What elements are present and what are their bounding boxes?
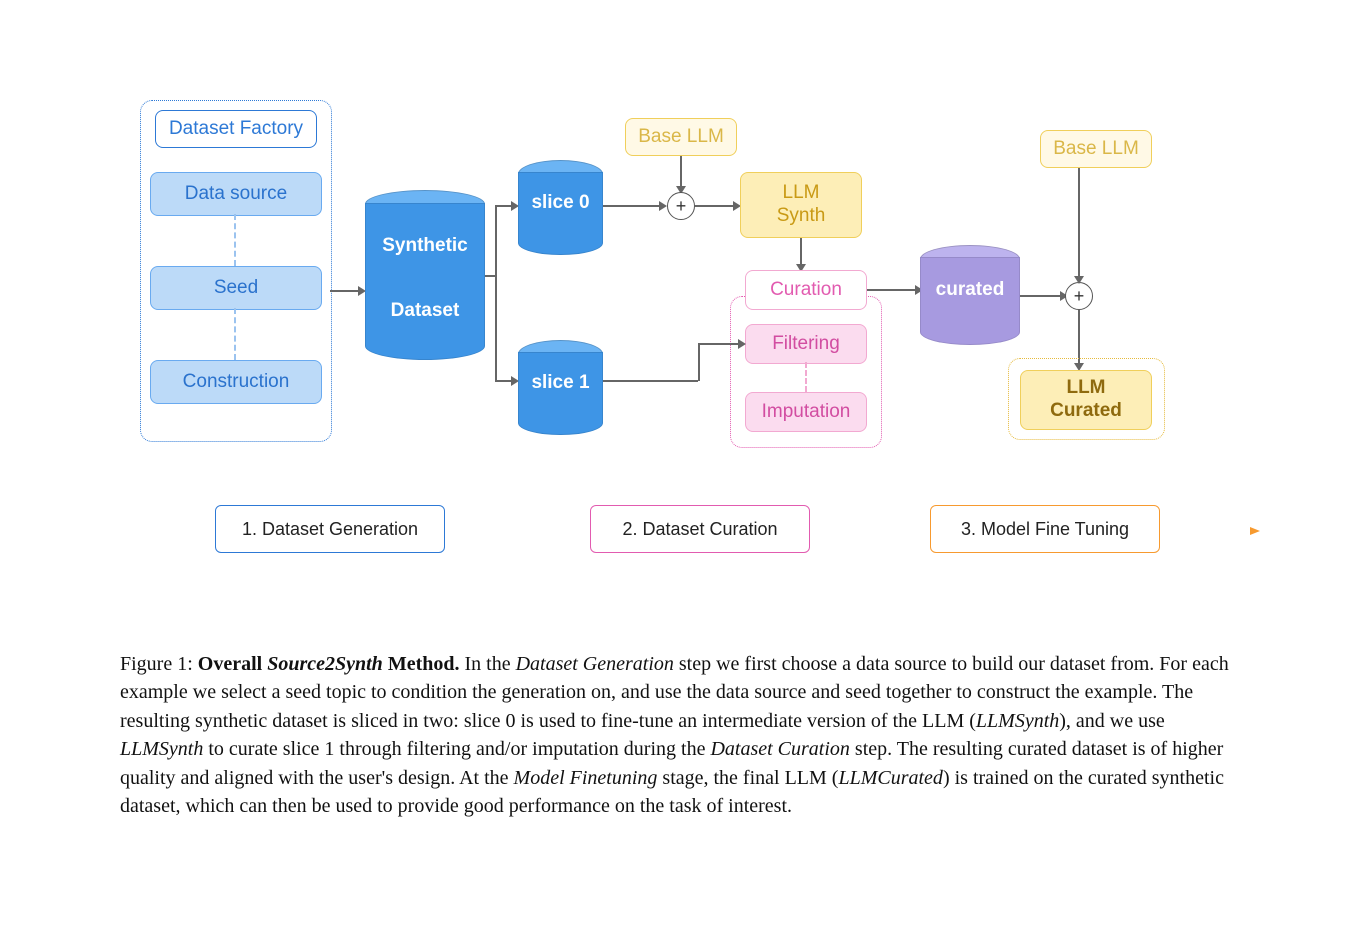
seg-slice1-h [603,380,698,382]
arrow-synth-down [800,238,802,266]
arrow-factory-to-synthetic [330,290,360,292]
cylinder-slice0: slice 0 [518,160,603,255]
stage-1-box: 1. Dataset Generation [215,505,445,553]
box-imputation: Imputation [745,392,867,432]
factory-item-data-source: Data source [150,172,322,216]
box-base-llm-1: Base LLM [625,118,737,156]
arrow-plus-to-synth [695,205,735,207]
arrow-to-slice0 [495,205,513,207]
arrow-basellm1-down [680,156,682,188]
cylinder-curated: curated [920,245,1020,345]
plus-icon-1: + [667,192,695,220]
box-base-llm-2: Base LLM [1040,130,1152,168]
cylinder-slice1: slice 1 [518,340,603,435]
caption-figure-label: Figure 1: [120,653,198,675]
arrow-slice0-to-plus [603,205,661,207]
factory-item-seed: Seed [150,266,322,310]
synthetic-label-2: Dataset [365,300,485,322]
plus-icon-2: + [1065,282,1093,310]
box-llm-synth: LLM Synth [740,172,862,238]
caption-title-italic: Source2Synth [267,653,383,675]
box-curation: Curation [745,270,867,310]
figure-caption: Figure 1: Overall Source2Synth Method. I… [120,650,1246,820]
box-llm-curated: LLM Curated [1020,370,1152,430]
curation-dash [805,362,807,392]
factory-dash-1 [234,214,236,266]
caption-title-1: Overall [198,653,267,675]
stage-3-box: 3. Model Fine Tuning [930,505,1160,553]
slice1-label: slice 1 [518,372,603,394]
cylinder-synthetic-dataset: Synthetic Dataset [365,190,485,360]
arrow-curated-to-plus [1020,295,1062,297]
slice0-label: slice 0 [518,192,603,214]
synthetic-label-1: Synthetic [365,235,485,257]
box-filtering: Filtering [745,324,867,364]
seg-slice1-v [698,343,700,381]
seg-syn-split [495,205,497,380]
stage-2-box: 2. Dataset Curation [590,505,810,553]
arrow-plus-to-curated-llm [1078,310,1080,365]
caption-title-3: Method. [383,653,460,675]
seg-syn-out [485,275,495,277]
arrow-to-slice1 [495,380,513,382]
arrow-basellm2-down [1078,168,1080,278]
factory-dash-2 [234,308,236,360]
arrow-curation-to-curated [867,289,917,291]
factory-item-construction: Construction [150,360,322,404]
arrow-slice1-to-filtering [698,343,740,345]
caption-body: In the Dataset Generation step we first … [120,653,1229,817]
dataset-factory-title: Dataset Factory [155,110,317,148]
curated-label: curated [920,279,1020,301]
